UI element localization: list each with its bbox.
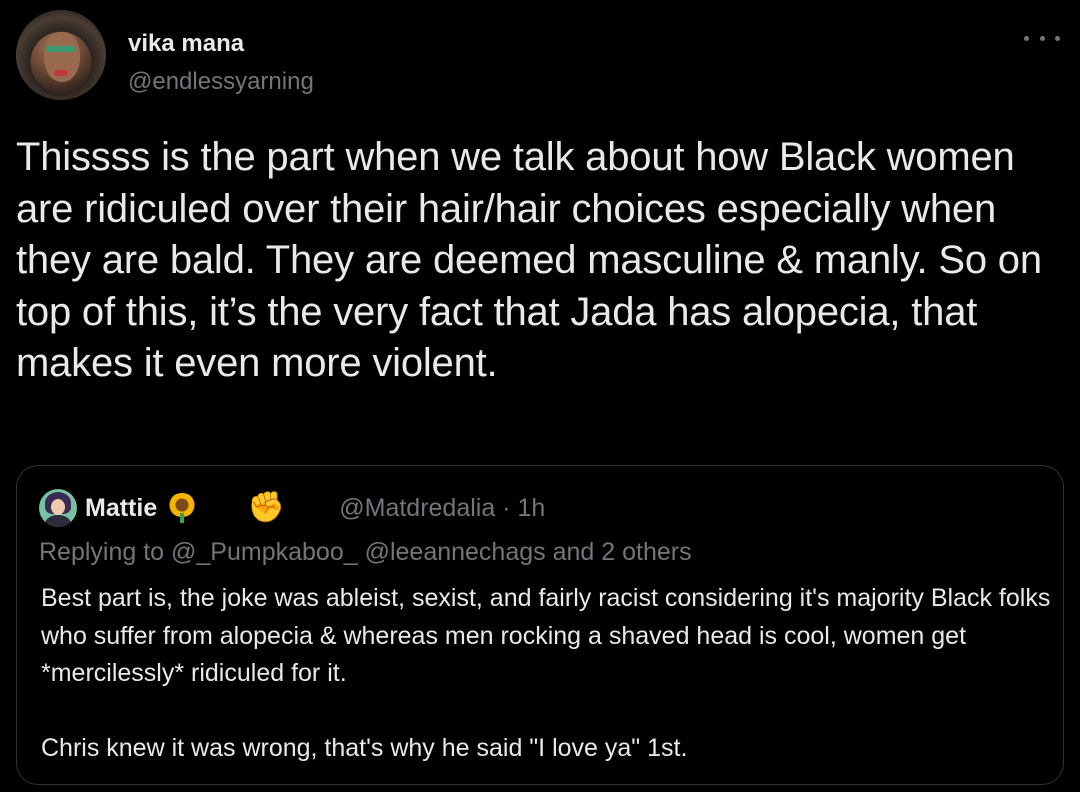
quoted-avatar-body — [45, 515, 71, 527]
tweet-author-row: vika mana @endlessyarning — [16, 10, 1064, 102]
author-avatar[interactable] — [16, 10, 106, 100]
author-handle[interactable]: @endlessyarning — [128, 68, 314, 96]
quoted-avatar-face — [51, 499, 65, 515]
more-options-button[interactable] — [1020, 26, 1064, 50]
quoted-handle-and-time[interactable]: @Matdredalia · 1h — [339, 494, 545, 523]
avatar-lips — [54, 70, 68, 76]
more-horizontal-icon-dot — [1055, 35, 1060, 41]
ukraine-flag-icon — [205, 496, 241, 520]
replying-to-line: Replying to @_Pumpkaboo_ @leeannechags a… — [39, 538, 692, 566]
tweet: vika mana @endlessyarning Thissss is the… — [0, 0, 1080, 792]
quoted-tweet-body: Best part is, the joke was ableist, sexi… — [41, 580, 1051, 768]
avatar-eye-shadow — [46, 46, 76, 52]
sunflower-icon — [167, 493, 197, 523]
quoted-author-name[interactable]: Mattie — [85, 494, 157, 523]
quoted-tweet-card[interactable]: Mattie ✊ @Matdredalia · 1h Replying to @… — [16, 465, 1064, 785]
raised-fist-icon: ✊ — [247, 490, 285, 525]
quoted-tweet-paragraph: Chris knew it was wrong, that's why he s… — [41, 734, 688, 762]
rainbow-flag-icon — [291, 496, 327, 520]
more-horizontal-icon — [1024, 35, 1029, 41]
more-horizontal-icon-dot — [1039, 35, 1045, 41]
author-name[interactable]: vika mana — [128, 30, 244, 58]
tweet-text: Thissss is the part when we talk about h… — [16, 135, 1053, 385]
quoted-tweet-paragraph: Best part is, the joke was ableist, sexi… — [41, 584, 1051, 687]
quoted-author-avatar[interactable] — [39, 489, 77, 527]
quoted-tweet-header: Mattie ✊ @Matdredalia · 1h — [39, 488, 545, 528]
